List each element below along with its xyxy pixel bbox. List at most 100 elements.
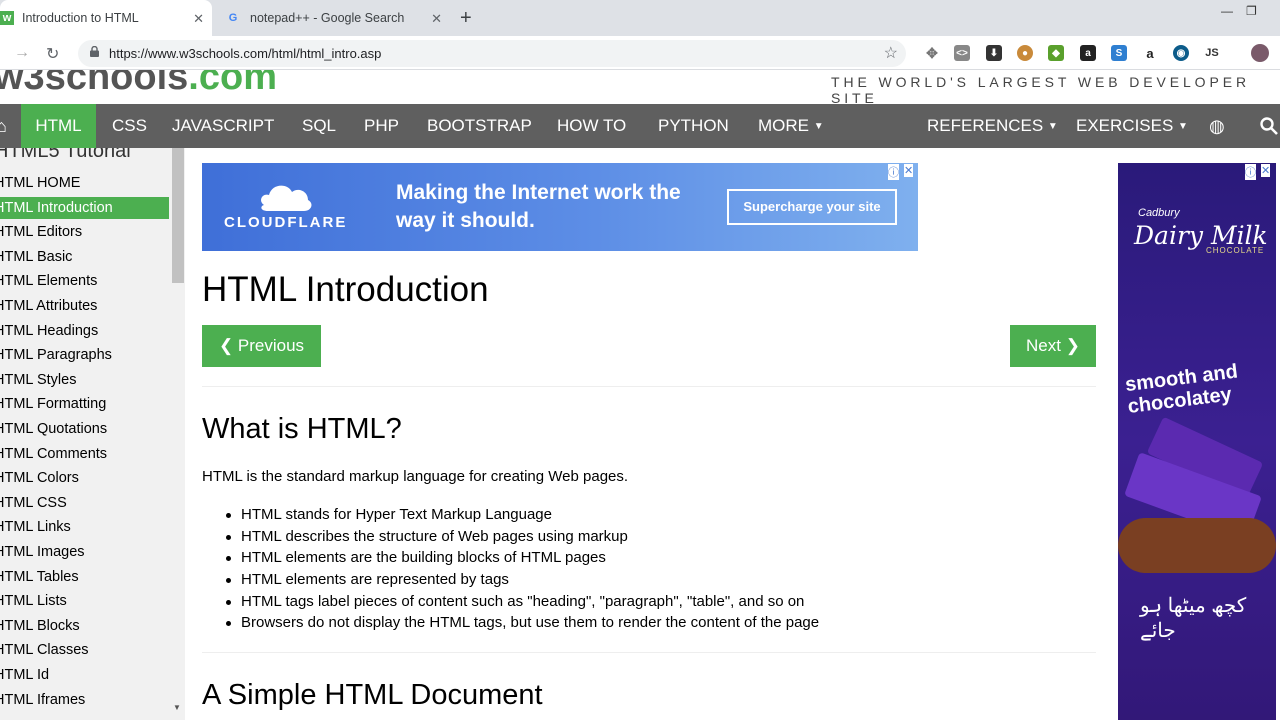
nav-css[interactable]: CSS	[112, 104, 147, 148]
extension-s-icon[interactable]: S	[1111, 45, 1127, 61]
lock-icon	[90, 46, 99, 57]
sidebar-link[interactable]: HTML Headings	[0, 320, 169, 342]
search-icon[interactable]	[1260, 117, 1278, 135]
address-toolbar: → ↻ https://www.w3schools.com/html/html_…	[0, 36, 1280, 70]
restore-icon[interactable]: ❐	[1246, 4, 1257, 18]
profile-avatar-icon[interactable]	[1251, 44, 1269, 62]
sidebar-link[interactable]: HTML Comments	[0, 443, 169, 465]
nav-exercises[interactable]: EXERCISES ▼	[1076, 104, 1188, 148]
nav-references[interactable]: REFERENCES ▼	[927, 104, 1058, 148]
sidebar-scrollbar-thumb[interactable]	[172, 148, 184, 283]
nav-more[interactable]: MORE ▼	[758, 104, 824, 148]
site-header: w3schools.com THE WORLD'S LARGEST WEB DE…	[0, 70, 1280, 104]
ad-info-icon[interactable]: ⓘ	[888, 164, 899, 180]
omnibox[interactable]: https://www.w3schools.com/html/html_intr…	[78, 40, 906, 67]
top-navigation: ⌂ HTML CSS JAVASCRIPT SQL PHP BOOTSTRAP …	[0, 104, 1280, 148]
extension-cookie-icon[interactable]: ●	[1017, 45, 1033, 61]
main-scrollbar[interactable]	[1097, 148, 1118, 720]
minimize-icon[interactable]: —	[1221, 4, 1233, 18]
ad-close-icon[interactable]: ✕	[904, 164, 914, 177]
previous-button[interactable]: ❮ Previous	[202, 325, 321, 367]
intro-paragraph: HTML is the standard markup language for…	[202, 468, 629, 485]
cloudflare-banner-ad[interactable]: CLOUDFLARE Making the Internet work the …	[202, 163, 918, 251]
nav-sql[interactable]: SQL	[302, 104, 336, 148]
sidebar-link[interactable]: HTML Images	[0, 541, 169, 563]
logo-suffix-text: .com	[188, 70, 277, 98]
page-title: HTML Introduction	[202, 270, 489, 309]
extension-move-icon[interactable]: ✥	[924, 45, 940, 61]
bullet-item: Browsers do not display the HTML tags, b…	[225, 612, 819, 634]
sidebar-link[interactable]: HTML Editors	[0, 221, 169, 243]
bullet-list: HTML stands for Hyper Text Markup Langua…	[225, 504, 819, 634]
sidebar-link[interactable]: HTML Quotations	[0, 418, 169, 440]
forward-arrow-icon[interactable]: →	[14, 44, 30, 62]
site-logo[interactable]: w3schools.com	[0, 70, 277, 99]
sidebar-link[interactable]: HTML CSS	[0, 492, 169, 514]
extension-eye-icon[interactable]: ◉	[1173, 45, 1189, 61]
scroll-down-arrow-icon[interactable]: ▼	[173, 703, 181, 712]
next-button[interactable]: Next ❯	[1010, 325, 1096, 367]
extension-code-icon[interactable]: <>	[954, 45, 970, 61]
tab-title: Introduction to HTML	[22, 11, 139, 25]
reload-icon[interactable]: ↻	[46, 44, 59, 64]
sidebar-link[interactable]: HTML Introduction	[0, 196, 169, 219]
sidebar-link[interactable]: HTML Tables	[0, 566, 169, 588]
nav-php[interactable]: PHP	[364, 104, 399, 148]
extension-green-icon[interactable]: ◆	[1048, 45, 1064, 61]
cadbury-brand: Cadbury	[1138, 207, 1180, 219]
sidebar-link[interactable]: HTML HOME	[0, 172, 169, 194]
cadbury-side-ad[interactable]: Cadbury Dairy Milk CHOCOLATE smooth and …	[1118, 163, 1276, 720]
bullet-item: HTML elements are represented by tags	[225, 569, 819, 591]
sidebar-link[interactable]: HTML Paragraphs	[0, 344, 169, 366]
tab-active[interactable]: w Introduction to HTML ✕	[0, 0, 212, 36]
urdu-slogan: کچھ میٹھا ہو جائے	[1140, 595, 1247, 642]
sidebar-title: HTML5 Tutorial	[0, 148, 131, 162]
bookmark-star-icon[interactable]: ☆	[884, 43, 898, 63]
ad-info-icon[interactable]: ⓘ	[1245, 164, 1256, 180]
sidebar-link[interactable]: HTML Id	[0, 664, 169, 686]
ad-close-icon[interactable]: ✕	[1261, 164, 1271, 177]
sidebar-link[interactable]: HTML Colors	[0, 467, 169, 489]
sidebar-link[interactable]: HTML Lists	[0, 590, 169, 612]
sidebar-link[interactable]: HTML Basic	[0, 246, 169, 268]
close-tab-icon[interactable]: ✕	[193, 11, 204, 27]
tab-inactive[interactable]: G notepad++ - Google Search ✕	[218, 0, 450, 36]
new-tab-icon[interactable]: +	[460, 7, 472, 30]
caret-down-icon: ▼	[1178, 121, 1188, 132]
cloudflare-brand: CLOUDFLARE	[224, 214, 348, 231]
nav-bootstrap[interactable]: BOOTSTRAP	[427, 104, 532, 148]
bullet-item: HTML tags label pieces of content such a…	[225, 591, 819, 613]
sidebar-link[interactable]: HTML Iframes	[0, 689, 169, 711]
banner-cta-button[interactable]: Supercharge your site	[727, 189, 897, 225]
nav-html[interactable]: HTML	[21, 104, 96, 148]
bullet-item: HTML elements are the building blocks of…	[225, 547, 819, 569]
divider	[202, 652, 1096, 653]
sidebar-link[interactable]: HTML Attributes	[0, 295, 169, 317]
bullet-item: HTML stands for Hyper Text Markup Langua…	[225, 504, 819, 526]
sidebar-link[interactable]: HTML Formatting	[0, 393, 169, 415]
nav-javascript[interactable]: JAVASCRIPT	[172, 104, 274, 148]
nav-python[interactable]: PYTHON	[658, 104, 729, 148]
nav-howto[interactable]: HOW TO	[557, 104, 626, 148]
sidebar-link[interactable]: HTML Classes	[0, 639, 169, 661]
extension-amazon-icon[interactable]: a	[1142, 45, 1158, 61]
banner-headline: Making the Internet work the way it shou…	[396, 181, 681, 232]
close-tab-icon[interactable]: ✕	[431, 11, 442, 27]
bullet-item: HTML describes the structure of Web page…	[225, 526, 819, 548]
globe-icon[interactable]: ◍	[1209, 104, 1225, 148]
sidebar-link[interactable]: HTML Elements	[0, 270, 169, 292]
chocolate-pieces-image	[1118, 518, 1276, 573]
extension-download-icon[interactable]: ⬇	[986, 45, 1002, 61]
cloudflare-cloud-icon	[261, 185, 312, 211]
tab-title: notepad++ - Google Search	[250, 11, 405, 25]
sidebar-link[interactable]: HTML Links	[0, 516, 169, 538]
home-icon[interactable]: ⌂	[0, 104, 10, 148]
caret-down-icon: ▼	[813, 121, 824, 132]
chocolate-label: CHOCOLATE	[1206, 246, 1265, 255]
sidebar-link[interactable]: HTML Blocks	[0, 615, 169, 637]
section-heading: A Simple HTML Document	[202, 679, 543, 711]
extension-js-icon[interactable]: JS	[1204, 45, 1220, 61]
sidebar-link[interactable]: HTML Styles	[0, 369, 169, 391]
divider	[202, 386, 1096, 387]
extension-a-icon[interactable]: a	[1080, 45, 1096, 61]
